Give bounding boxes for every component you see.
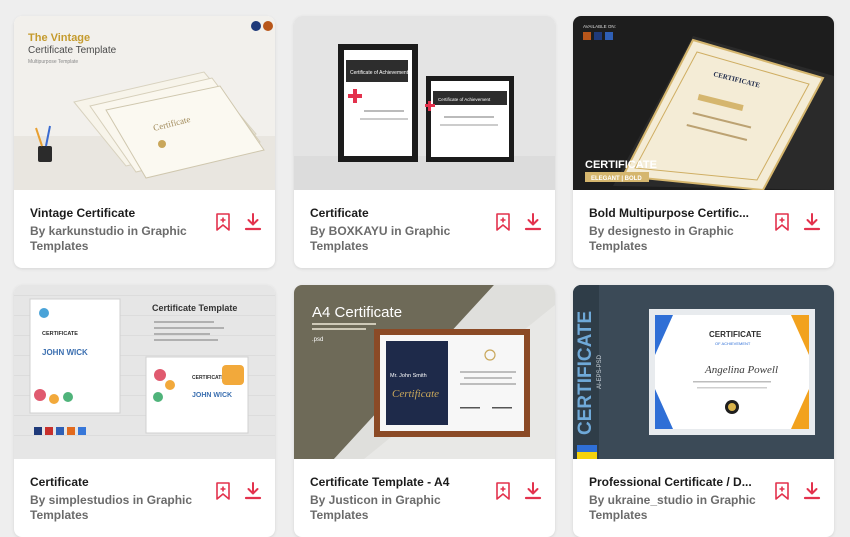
card-byline: By Justicon in Graphic Templates [310,493,441,522]
thumbnail-image: A4 Certificate .psd Mr. John Smith Certi… [294,285,555,459]
download-button[interactable] [801,208,823,236]
download-button[interactable] [522,208,544,236]
bookmark-button[interactable] [492,477,514,505]
thumb-badge: AVAILABLE ON: [583,24,616,29]
thumb-sub: ELEGANT | BOLD [591,176,642,182]
thumbnail-image: CERTIFICATE JOHN WICK Certificate Templa… [14,285,275,459]
thumb-line1: The Vintage [28,32,90,44]
card-byline: By designesto in Graphic Templates [589,224,734,253]
card-actions [490,477,546,505]
download-button[interactable] [242,208,264,236]
download-button[interactable] [801,477,823,505]
thumb-frame1: Certificate of Achievement [350,70,409,76]
thumb-cert2: CERTIFICATE [192,375,225,381]
thumb-heading: A4 Certificate [312,304,402,321]
download-button[interactable] [522,477,544,505]
thumb-line3: Multipurpose Template [28,59,78,65]
download-icon [803,213,821,231]
thumb-formats: AI-EPS-PSD [597,354,603,389]
card-actions [490,208,546,236]
download-icon [244,213,262,231]
card-title[interactable]: Vintage Certificate [30,206,210,220]
template-card[interactable]: Certificate of Achievement Certificate o… [294,16,555,268]
template-thumbnail[interactable]: Certificate The Vintage Certificate Temp… [14,16,275,190]
thumb-heading: CERTIFICATE [585,159,657,171]
thumb-heading: Certificate Template [152,303,237,313]
card-byline: By ukraine_studio in Graphic Templates [589,493,756,522]
card-actions [769,477,825,505]
thumb-name: Mr. John Smith [390,373,427,379]
template-card[interactable]: Certificate The Vintage Certificate Temp… [14,16,275,268]
bookmark-icon [496,213,510,231]
template-thumbnail[interactable]: CERTIFICATE JOHN WICK Certificate Templa… [14,285,275,459]
download-icon [803,482,821,500]
card-actions [210,208,266,236]
thumbnail-image: CERTIFICATE AI-EPS-PSD CERTIFICATE OF AC… [573,285,834,459]
card-title[interactable]: Bold Multipurpose Certific... [589,206,769,220]
template-card[interactable]: A4 Certificate .psd Mr. John Smith Certi… [294,285,555,537]
download-icon [244,482,262,500]
bookmark-button[interactable] [212,477,234,505]
thumbnail-image: CERTIFICATE AVAILABLE ON: CERTIFICATE EL… [573,16,834,190]
bookmark-button[interactable] [771,208,793,236]
bookmark-icon [216,482,230,500]
thumb-format: .psd [312,337,323,343]
bookmark-icon [775,213,789,231]
thumb-line2: Certificate Template [28,45,117,56]
bookmark-icon [496,482,510,500]
thumbnail-image: Certificate The Vintage Certificate Temp… [14,16,275,190]
thumb-name2: JOHN WICK [192,392,232,399]
bookmark-button[interactable] [771,477,793,505]
thumb-vertical: CERTIFICATE [575,311,596,435]
bookmark-button[interactable] [212,208,234,236]
bookmark-button[interactable] [492,208,514,236]
template-thumbnail[interactable]: CERTIFICATE AVAILABLE ON: CERTIFICATE EL… [573,16,834,190]
template-thumbnail[interactable]: Certificate of Achievement Certificate o… [294,16,555,190]
card-byline: By simplestudios in Graphic Templates [30,493,193,522]
template-card[interactable]: CERTIFICATE JOHN WICK Certificate Templa… [14,285,275,537]
template-card[interactable]: CERTIFICATE AI-EPS-PSD CERTIFICATE OF AC… [573,285,834,537]
thumb-frame2: Certificate of Achievement [438,97,491,102]
card-byline: By karkunstudio in Graphic Templates [30,224,187,253]
thumb-name: Angelina Powell [704,364,778,376]
thumb-cert: CERTIFICATE [709,330,762,339]
thumb-cert: CERTIFICATE [42,331,78,337]
card-title[interactable]: Certificate [30,475,210,489]
card-actions [769,208,825,236]
card-title[interactable]: Certificate Template - A4 [310,475,490,489]
thumb-name: JOHN WICK [42,348,88,357]
thumb-script: Certificate [392,388,439,400]
download-icon [524,482,542,500]
thumbnail-image: Certificate of Achievement Certificate o… [294,16,555,190]
template-thumbnail[interactable]: A4 Certificate .psd Mr. John Smith Certi… [294,285,555,459]
download-button[interactable] [242,477,264,505]
card-title[interactable]: Certificate [310,206,490,220]
download-icon [524,213,542,231]
template-thumbnail[interactable]: CERTIFICATE AI-EPS-PSD CERTIFICATE OF AC… [573,285,834,459]
card-byline: By BOXKAYU in Graphic Templates [310,224,451,253]
thumb-sub: OF ACHIEVEMENT [715,341,751,346]
bookmark-icon [775,482,789,500]
bookmark-icon [216,213,230,231]
card-actions [210,477,266,505]
card-title[interactable]: Professional Certificate / D... [589,475,769,489]
template-card[interactable]: CERTIFICATE AVAILABLE ON: CERTIFICATE EL… [573,16,834,268]
